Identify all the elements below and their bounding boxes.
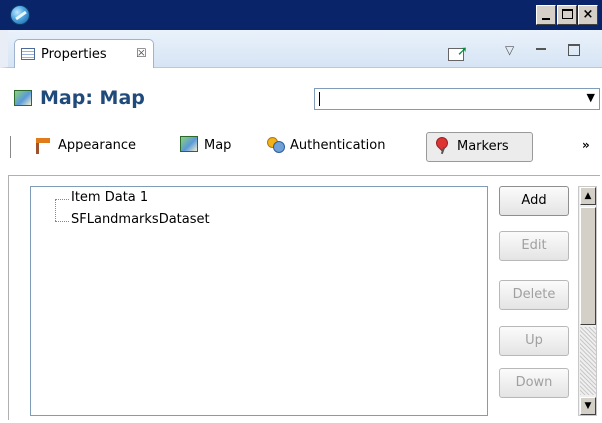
maximize-icon: [562, 9, 573, 19]
add-button[interactable]: Add: [499, 186, 569, 216]
view-tab-strip: Properties ☒ ➚ ▽: [0, 30, 602, 68]
signpost-icon: [34, 136, 52, 154]
section-tab-bar: Appearance Map Authentication Markers »: [8, 128, 598, 164]
text-cursor: [319, 92, 320, 106]
tab-map[interactable]: Map: [174, 132, 237, 162]
tab-authentication-label: Authentication: [290, 138, 386, 153]
toolbar-separator: [10, 136, 12, 158]
tree-item[interactable]: Item Data 1: [71, 190, 148, 205]
tab-authentication[interactable]: Authentication: [260, 132, 391, 162]
view-menu-button[interactable]: ▽: [505, 43, 514, 57]
tab-markers[interactable]: Markers: [426, 132, 533, 162]
overflow-chevron-icon[interactable]: »: [582, 138, 590, 152]
properties-icon: [21, 48, 35, 60]
scroll-down-icon[interactable]: ▼: [580, 397, 596, 415]
up-button[interactable]: Up: [499, 326, 569, 356]
tab-properties[interactable]: Properties ☒: [14, 39, 154, 68]
down-button[interactable]: Down: [499, 368, 569, 398]
marker-icon: [433, 137, 451, 153]
chevron-down-icon[interactable]: ▼: [587, 91, 595, 104]
users-icon: [266, 136, 285, 153]
scroll-up-icon[interactable]: ▲: [580, 187, 596, 205]
tab-map-label: Map: [204, 138, 232, 153]
map-icon: [14, 90, 32, 106]
tab-markers-label: Markers: [457, 139, 509, 154]
arrow-icon: ➚: [457, 44, 468, 59]
view-minimize-icon[interactable]: [536, 48, 546, 51]
edit-view-button[interactable]: ➚: [448, 44, 470, 62]
minimize-button[interactable]: [536, 5, 556, 25]
vertical-scrollbar[interactable]: ▲ ▼: [578, 186, 597, 416]
tab-properties-label: Properties: [41, 47, 107, 62]
map-icon: [180, 136, 198, 152]
globe-icon: [10, 5, 30, 25]
delete-button[interactable]: Delete: [499, 280, 569, 310]
minimize-icon: [542, 18, 550, 20]
page-title: Map: Map: [40, 87, 145, 109]
tree-connector: [55, 199, 56, 221]
scroll-track[interactable]: [580, 327, 596, 395]
markers-tree[interactable]: Item Data 1 SFLandmarksDataset: [30, 186, 488, 416]
edit-button[interactable]: Edit: [499, 231, 569, 261]
tab-appearance-label: Appearance: [58, 138, 137, 153]
scroll-thumb[interactable]: [580, 207, 596, 325]
window-title-bar: ×: [0, 0, 602, 30]
properties-header: Map: Map ▼: [8, 82, 600, 116]
view-maximize-icon[interactable]: [568, 44, 580, 56]
tree-item[interactable]: SFLandmarksDataset: [71, 212, 210, 227]
tree-connector: [55, 199, 69, 200]
tree-connector: [55, 221, 69, 222]
selection-combo[interactable]: ▼: [314, 88, 600, 110]
tab-close-icon[interactable]: ☒: [136, 46, 147, 60]
tab-appearance[interactable]: Appearance: [28, 132, 142, 162]
maximize-button[interactable]: [557, 5, 577, 25]
close-button[interactable]: ×: [578, 5, 598, 25]
